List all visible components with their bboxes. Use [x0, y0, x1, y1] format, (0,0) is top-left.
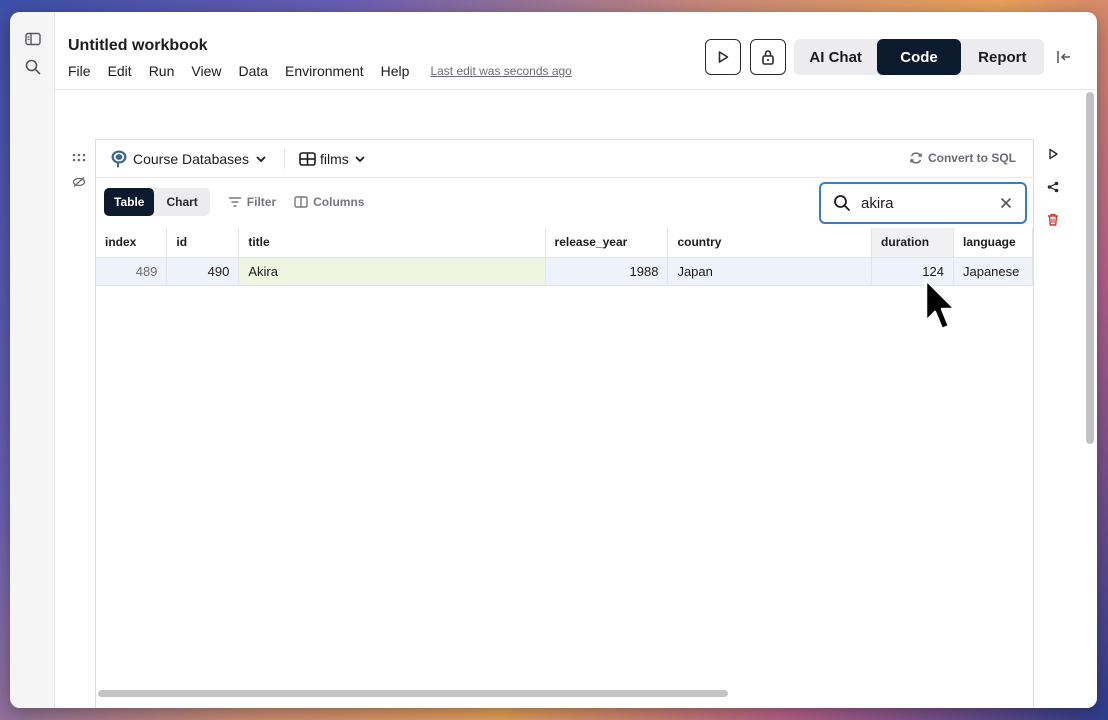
table-cell[interactable]: Akira — [238, 257, 546, 286]
play-icon — [718, 51, 729, 63]
column-header[interactable]: language — [953, 228, 1034, 258]
columns-label: Columns — [313, 195, 365, 209]
header-divider — [283, 148, 285, 169]
column-header[interactable]: duration — [871, 228, 954, 258]
collapse-panel-icon[interactable] — [1055, 48, 1073, 66]
search-icon — [834, 195, 850, 211]
run-cell-icon[interactable] — [1047, 147, 1061, 161]
view-toolbar: Table Chart Filter Columns — [104, 188, 364, 216]
hide-icon[interactable] — [72, 175, 86, 189]
vertical-scrollbar[interactable] — [1086, 92, 1094, 444]
column-header[interactable]: title — [238, 228, 546, 258]
top-bar: Untitled workbook File Edit Run View Dat… — [55, 12, 1097, 90]
column-header[interactable]: index — [96, 228, 168, 258]
table-cell[interactable]: 490 — [166, 257, 240, 286]
menu-environment[interactable]: Environment — [285, 63, 364, 79]
chevron-down-icon — [355, 155, 365, 162]
table-cell[interactable]: 1988 — [545, 257, 669, 286]
last-edit-link[interactable]: Last edit was seconds ago — [430, 64, 571, 78]
lock-button[interactable] — [750, 39, 786, 75]
search-input[interactable] — [861, 194, 991, 212]
database-label: Course Databases — [133, 150, 249, 167]
mouse-cursor-icon — [922, 277, 964, 339]
workbook-title[interactable]: Untitled workbook — [68, 37, 208, 55]
mode-switcher: AI Chat Code Report — [794, 39, 1044, 75]
column-header[interactable]: country — [667, 228, 873, 258]
table-selector[interactable]: films — [299, 151, 367, 167]
cell-header: Course Databases films Convert to SQL — [96, 140, 1033, 178]
column-header[interactable]: id — [166, 228, 240, 258]
lock-icon — [762, 50, 774, 65]
menu-run[interactable]: Run — [149, 63, 175, 79]
table-grid-icon — [299, 151, 316, 166]
postgres-icon — [111, 150, 127, 167]
tab-chart[interactable]: Chart — [154, 188, 209, 216]
table-cell[interactable]: 489 — [96, 257, 168, 286]
filter-icon — [228, 197, 241, 207]
columns-icon — [294, 196, 308, 208]
refresh-icon — [910, 152, 922, 164]
sidebar-icon[interactable] — [24, 30, 42, 48]
mode-report[interactable]: Report — [961, 39, 1044, 75]
filter-label: Filter — [246, 195, 277, 209]
convert-label: Convert to SQL — [927, 151, 1016, 165]
left-rail — [10, 12, 55, 708]
run-all-button[interactable] — [705, 39, 741, 75]
share-icon[interactable] — [1047, 180, 1061, 194]
menu-edit[interactable]: Edit — [108, 63, 132, 79]
mode-ai-chat[interactable]: AI Chat — [794, 39, 877, 75]
menu-bar: File Edit Run View Data Environment Help… — [68, 63, 572, 79]
menu-file[interactable]: File — [68, 63, 91, 79]
dataframe-cell: Course Databases films Convert to SQL Ta… — [95, 139, 1034, 708]
convert-to-sql-button[interactable]: Convert to SQL — [909, 151, 1016, 165]
search-icon[interactable] — [24, 58, 42, 76]
trash-icon[interactable] — [1047, 213, 1061, 227]
menu-view[interactable]: View — [191, 63, 221, 79]
view-tabs: Table Chart — [104, 188, 210, 216]
search-box[interactable] — [819, 182, 1027, 224]
app-window: Untitled workbook File Edit Run View Dat… — [10, 12, 1097, 708]
drag-handle-icon[interactable] — [72, 150, 86, 164]
data-table: index id title release_year country dura… — [96, 228, 1034, 286]
table-label: films — [319, 150, 349, 167]
chevron-down-icon — [256, 155, 266, 162]
table-header-row: index id title release_year country dura… — [96, 228, 1034, 258]
close-icon[interactable] — [999, 196, 1013, 215]
menu-data[interactable]: Data — [238, 63, 268, 79]
table-cell[interactable]: Japan — [667, 257, 873, 286]
filter-button[interactable]: Filter — [228, 195, 276, 209]
tab-table[interactable]: Table — [104, 188, 155, 216]
database-selector[interactable]: Course Databases — [109, 149, 268, 169]
menu-help[interactable]: Help — [381, 63, 410, 79]
columns-button[interactable]: Columns — [294, 195, 364, 209]
table-cell[interactable]: Japanese — [953, 257, 1034, 286]
table-row[interactable]: 489 490 Akira 1988 Japan 124 Japanese — [96, 257, 1034, 286]
horizontal-scrollbar[interactable] — [98, 690, 728, 697]
mode-code[interactable]: Code — [877, 39, 961, 75]
column-header[interactable]: release_year — [545, 228, 669, 258]
